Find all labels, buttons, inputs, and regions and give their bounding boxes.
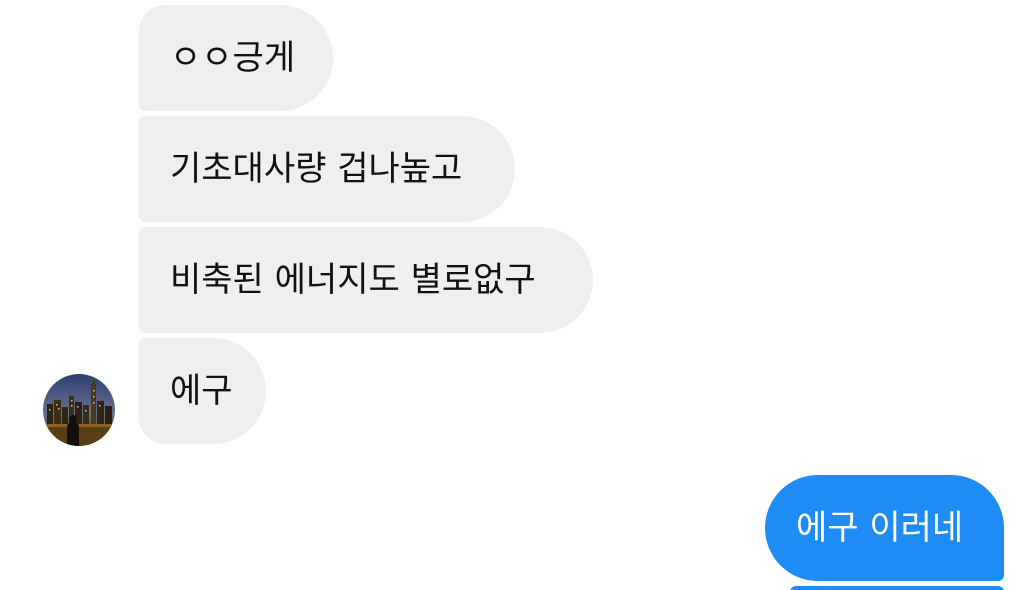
message-text: ㅇㅇ긍게 (170, 38, 296, 78)
city-skyline-photo-icon (43, 374, 115, 446)
message-bubble-incoming[interactable]: 비축된 에너지도 별로없구 (139, 227, 593, 333)
chat-thread: ㅇㅇ긍게 기초대사량 겁나높고 비축된 에너지도 별로없구 에구 에구 이러네 (0, 0, 1024, 590)
avatar[interactable] (43, 374, 115, 446)
message-bubble-incoming[interactable]: 에구 (139, 338, 266, 444)
message-bubble-incoming[interactable]: 기초대사량 겁나높고 (139, 116, 515, 222)
message-text: 비축된 에너지도 별로없구 (170, 260, 536, 300)
message-text: 에구 이러네 (796, 508, 964, 548)
message-text: 기초대사량 겁나높고 (170, 149, 463, 189)
message-bubble-outgoing[interactable]: 에구 이러네 (765, 475, 1004, 581)
message-bubble-incoming[interactable]: ㅇㅇ긍게 (139, 5, 333, 111)
message-text: 에구 (170, 371, 233, 411)
message-bubble-outgoing-partial[interactable] (790, 586, 1004, 590)
